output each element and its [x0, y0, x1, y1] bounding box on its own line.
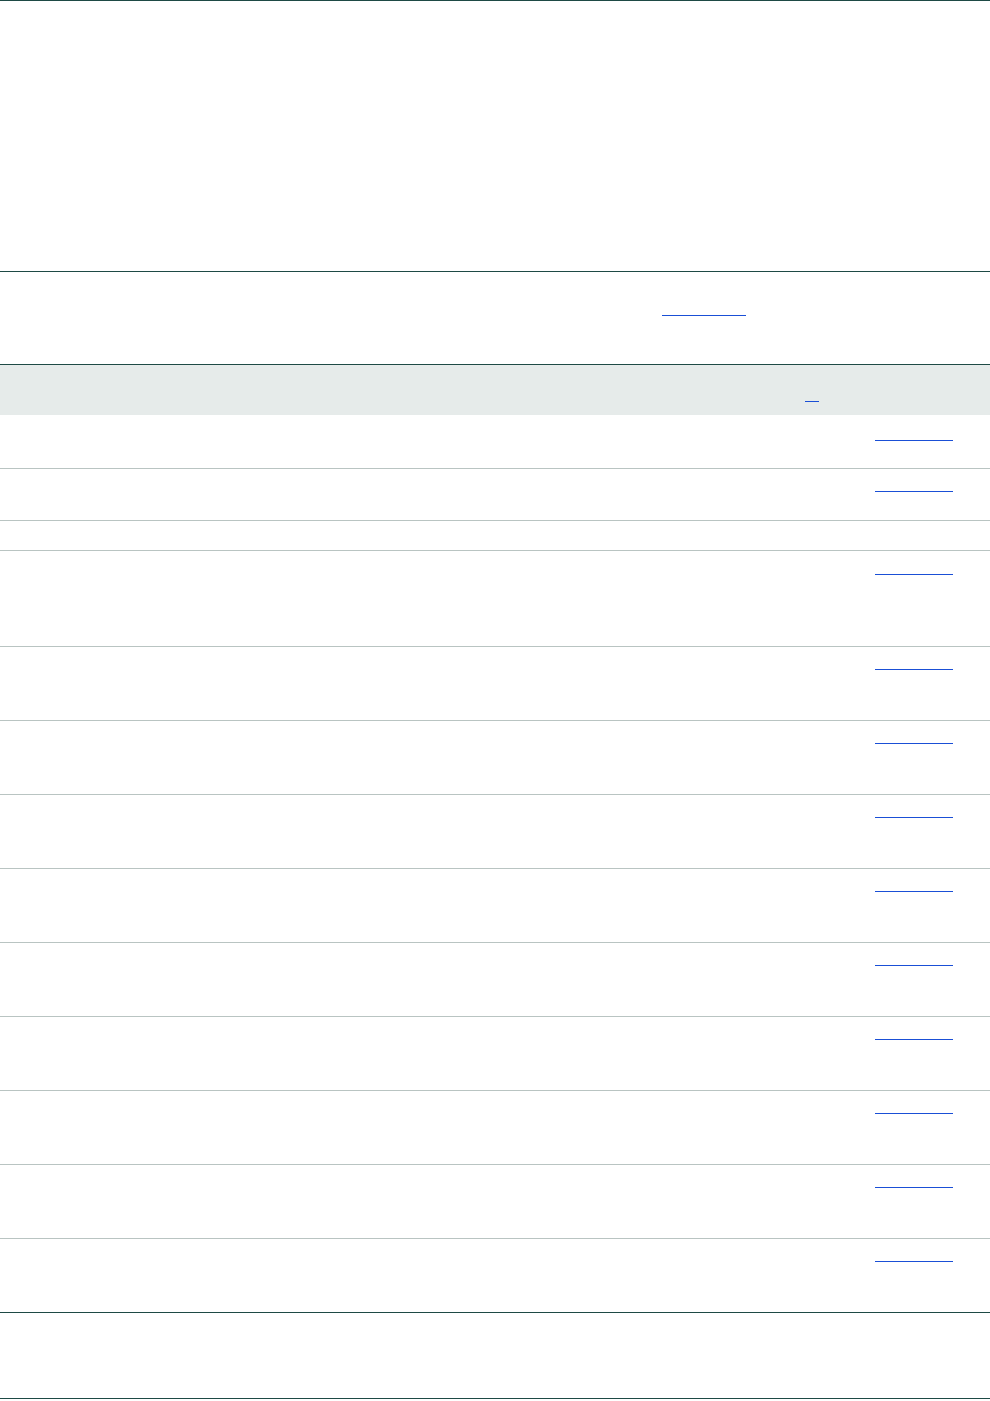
row-divider [0, 1090, 990, 1091]
row-link[interactable] [875, 965, 953, 966]
row-link[interactable] [875, 1261, 953, 1262]
row-link[interactable] [875, 1113, 953, 1114]
row-link[interactable] [875, 1039, 953, 1040]
row-divider [0, 942, 990, 943]
row-link[interactable] [875, 440, 953, 441]
row-link[interactable] [875, 1187, 953, 1188]
row-link[interactable] [875, 891, 953, 892]
table-header [0, 365, 990, 415]
row-divider [0, 520, 990, 521]
header-footnote-link[interactable] [805, 401, 819, 402]
row-divider [0, 720, 990, 721]
row-link[interactable] [875, 743, 953, 744]
row-link[interactable] [875, 491, 953, 492]
row-divider [0, 1016, 990, 1017]
row-link[interactable] [875, 669, 953, 670]
row-divider [0, 794, 990, 795]
section-divider-top [0, 271, 990, 272]
top-rule [0, 0, 990, 1]
row-divider [0, 1238, 990, 1239]
document-page: { "document": { "sections": ["top-block"… [0, 0, 990, 1401]
bottom-rule [0, 1398, 990, 1399]
row-divider [0, 550, 990, 551]
row-link[interactable] [875, 817, 953, 818]
row-divider [0, 1164, 990, 1165]
row-divider [0, 868, 990, 869]
row-link[interactable] [875, 574, 953, 575]
row-divider [0, 646, 990, 647]
intro-link[interactable] [662, 315, 746, 316]
table-bottom-rule [0, 1312, 990, 1313]
row-divider [0, 468, 990, 469]
